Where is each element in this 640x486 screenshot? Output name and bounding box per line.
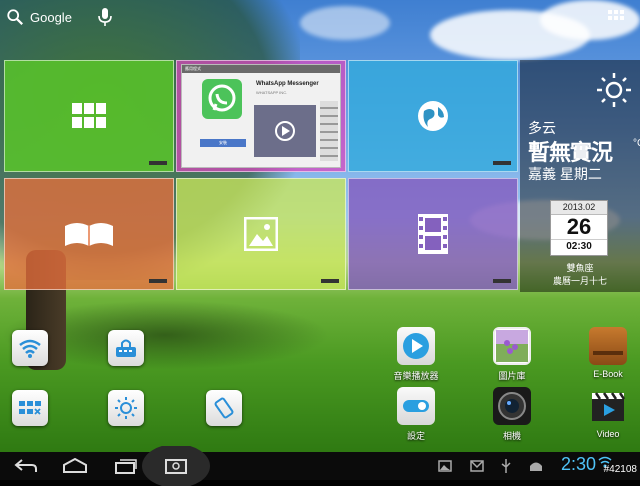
search-label: Google — [30, 9, 72, 25]
wifi-toggle[interactable] — [12, 330, 48, 366]
picture-icon — [244, 217, 278, 251]
app-label: 設定 — [406, 431, 425, 441]
auto-rotate-toggle[interactable] — [206, 390, 242, 426]
calendar-time: 02:30 — [551, 239, 607, 254]
tile-video[interactable] — [348, 178, 518, 290]
play-icon — [275, 121, 295, 141]
lock-screen-toggle[interactable] — [108, 330, 144, 366]
book-icon — [65, 223, 113, 246]
tile-all-apps[interactable] — [4, 60, 174, 172]
app-drawer-icon[interactable] — [606, 8, 626, 26]
watermark: #42108 — [603, 464, 637, 475]
status-clock[interactable]: 2:30 — [561, 454, 596, 475]
gallery-notification-icon[interactable] — [438, 460, 452, 472]
flower-photo-icon — [496, 330, 528, 362]
city-day: 嘉義 星期二 — [528, 166, 602, 182]
settings-toggle-icon — [403, 400, 429, 412]
app-music-player[interactable]: 音樂播放器 — [386, 327, 446, 382]
app-settings[interactable]: 設定 — [386, 387, 446, 442]
app-developer: WHATSAPP INC. — [256, 90, 288, 95]
app-ebook[interactable]: E-Book — [578, 327, 638, 379]
home-icon[interactable] — [62, 458, 88, 474]
weather-widget[interactable]: 多云 暫無實況 °C 嘉義 星期二 2013.02 26 02:30 雙魚座 農… — [520, 60, 640, 292]
calendar-month: 2013.02 — [551, 201, 607, 215]
keyboard-icon — [19, 401, 41, 415]
mail-notification-icon[interactable] — [470, 460, 484, 472]
camera-lens-icon — [498, 392, 526, 420]
lunar-date: 農曆一月十七 — [552, 276, 607, 286]
usb-icon[interactable] — [500, 458, 512, 474]
whatsapp-logo-icon — [202, 79, 242, 119]
brightness-toggle[interactable] — [108, 390, 144, 426]
grid-icon — [72, 103, 106, 128]
app-label: Video — [596, 429, 620, 439]
screenshot-button[interactable] — [140, 446, 212, 486]
app-title: WhatsApp Messenger — [256, 81, 319, 87]
temperature-unit: °C — [633, 138, 640, 149]
install-button[interactable]: 安裝 — [200, 139, 246, 147]
whatsapp-store-preview[interactable]: 應用程式 WhatsApp Messenger WHATSAPP INC. 安裝 — [181, 64, 341, 168]
app-screenshot — [254, 105, 316, 157]
microphone-icon[interactable] — [96, 6, 114, 28]
zodiac-sign: 雙魚座 — [566, 263, 594, 273]
globe-icon — [418, 101, 448, 131]
brightness-icon — [115, 397, 137, 419]
search-icon — [7, 9, 23, 25]
tile-resize-icon — [493, 161, 511, 165]
play-circle-icon — [403, 333, 429, 359]
calendar-day: 26 — [566, 214, 592, 239]
tile-browser[interactable] — [348, 60, 518, 172]
wifi-icon — [19, 339, 41, 358]
rotate-icon — [214, 397, 234, 419]
recent-apps-icon[interactable] — [114, 457, 138, 475]
tile-gallery[interactable] — [176, 178, 346, 290]
app-label: 相機 — [502, 431, 521, 441]
keyboard-toggle[interactable] — [12, 390, 48, 426]
tile-ebook[interactable] — [4, 178, 174, 290]
screenshot-strip — [320, 101, 338, 161]
app-label: 音樂播放器 — [393, 371, 439, 381]
film-strip-icon — [418, 214, 448, 254]
tile-resize-icon — [149, 161, 167, 165]
app-label: E-Book — [593, 369, 623, 379]
weather-status: 暫無實況 — [528, 140, 613, 165]
system-bar: 2:30 #42108 — [0, 446, 640, 486]
app-camera[interactable]: 相機 — [482, 387, 542, 442]
app-label: 圖片庫 — [498, 371, 526, 381]
book-shelf-icon — [593, 351, 623, 355]
tile-resize-icon — [149, 279, 167, 283]
app-video[interactable]: Video — [578, 387, 638, 439]
tile-resize-icon — [493, 279, 511, 283]
calendar-card[interactable]: 2013.02 26 02:30 — [550, 200, 608, 256]
store-header: 應用程式 — [182, 65, 340, 73]
sun-icon — [597, 73, 631, 107]
google-search-bar[interactable]: Google — [6, 6, 72, 28]
android-debug-icon[interactable] — [528, 459, 544, 473]
back-icon[interactable] — [14, 458, 38, 474]
clapperboard-icon — [592, 392, 626, 421]
app-gallery[interactable]: 圖片庫 — [482, 327, 542, 382]
keypad-lock-icon — [116, 339, 136, 357]
tile-resize-icon — [321, 279, 339, 283]
